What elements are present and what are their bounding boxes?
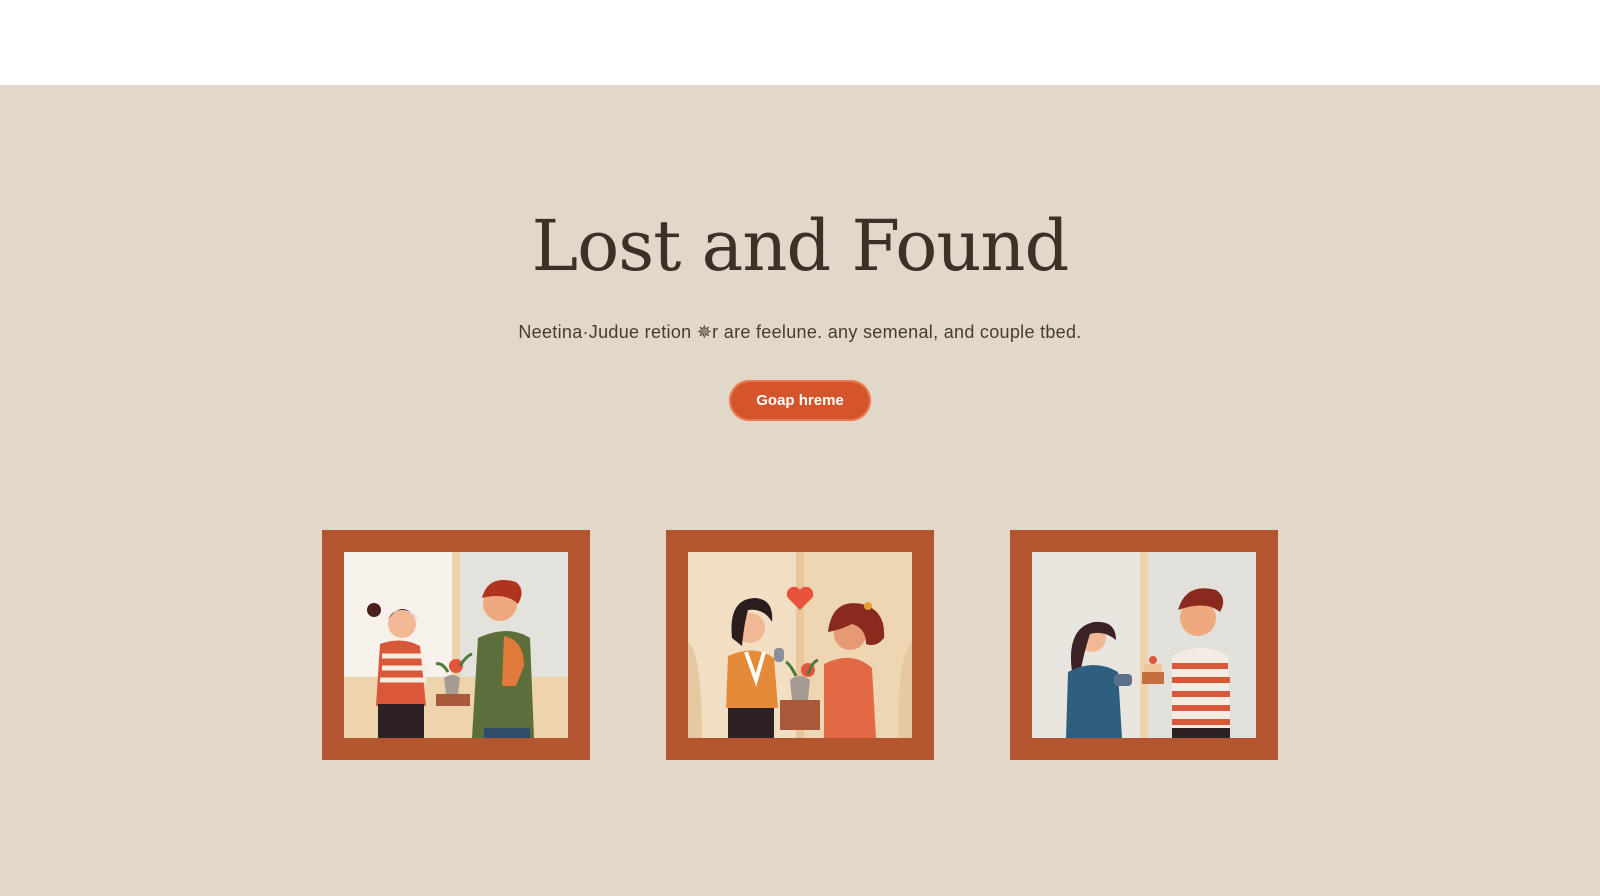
gallery-photo-plant-gift[interactable]	[322, 530, 590, 760]
illustration-couple-cake	[1032, 552, 1256, 738]
gallery-photo-heart-plant[interactable]	[666, 530, 934, 760]
gallery-photo-cake-gift[interactable]	[1010, 530, 1278, 760]
page-subtitle: Neetina·Judue retion ✵r are feelune. any…	[518, 322, 1082, 342]
top-bar	[0, 0, 1600, 85]
illustration-couple-plant	[344, 552, 568, 738]
cta-button[interactable]: Goap hreme	[729, 380, 871, 421]
illustration-couple-heart	[688, 552, 912, 738]
hero-section: Lost and Found Neetina·Judue retion ✵r a…	[0, 85, 1600, 896]
page-title: Lost and Found	[531, 205, 1070, 287]
